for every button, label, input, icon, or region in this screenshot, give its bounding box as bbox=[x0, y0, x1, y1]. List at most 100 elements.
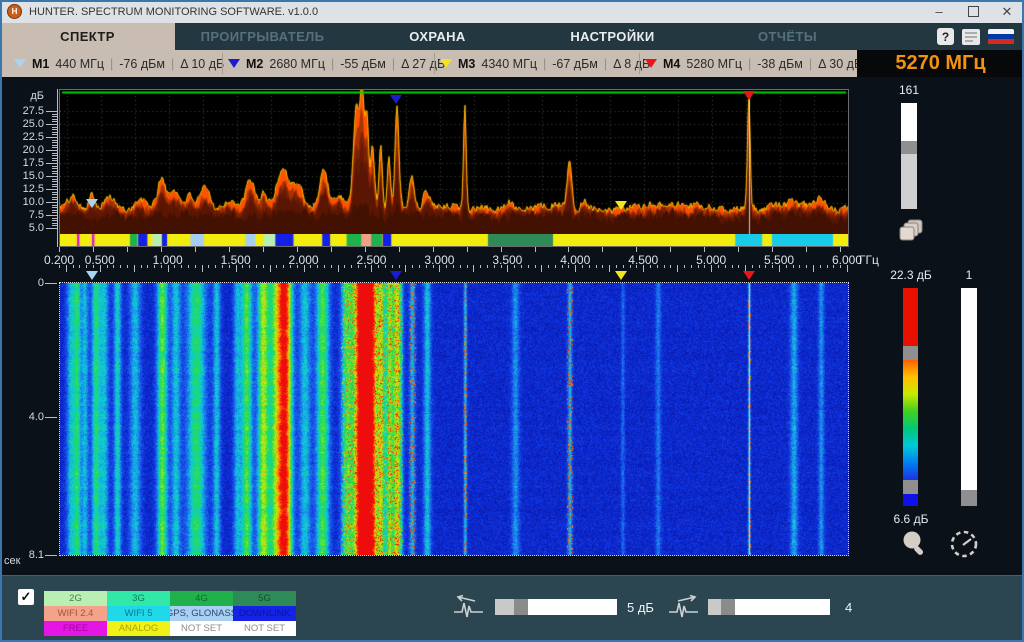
threshold-slider[interactable] bbox=[495, 599, 617, 615]
axis-tick bbox=[371, 265, 372, 272]
axis-tick bbox=[609, 265, 610, 272]
colorbar-max-handle[interactable] bbox=[903, 346, 918, 360]
gauge-icon[interactable] bbox=[948, 528, 980, 565]
legend-cell-5g[interactable]: 5G bbox=[233, 591, 296, 606]
scale-value: 1 bbox=[945, 268, 993, 282]
spectrum-canvas[interactable] bbox=[60, 90, 848, 234]
waterfall-canvas[interactable] bbox=[60, 283, 848, 555]
axis-tick bbox=[521, 265, 522, 268]
count-value: 4 bbox=[845, 600, 852, 615]
colorbar[interactable] bbox=[903, 288, 918, 506]
marker-m3[interactable]: M34340 МГц|-67 дБм|Δ 8 дБ bbox=[440, 50, 650, 77]
axis-tick bbox=[351, 265, 352, 268]
legend-cell-downlink[interactable]: DOWNLINK bbox=[233, 606, 296, 621]
axis-tick bbox=[161, 247, 162, 252]
axis-tick bbox=[46, 163, 57, 164]
frequency-bands-strip bbox=[60, 234, 848, 246]
spectrum-marker-m1[interactable] bbox=[86, 199, 98, 208]
axis-tick bbox=[718, 265, 719, 268]
axis-tick bbox=[467, 265, 468, 268]
waterfall-marker-m1[interactable] bbox=[86, 271, 98, 280]
threshold-slider-handle[interactable] bbox=[514, 599, 528, 615]
axis-tick bbox=[759, 265, 760, 268]
y-axis-unit: дБ bbox=[14, 90, 44, 102]
spectrum-marker-m2[interactable] bbox=[390, 95, 402, 104]
waterfall-marker-m2[interactable] bbox=[390, 271, 402, 280]
help-button[interactable]: ? bbox=[937, 28, 954, 45]
tab-player[interactable]: ПРОИГРЫВАТЕЛЬ bbox=[175, 23, 350, 50]
axis-tick bbox=[501, 265, 502, 268]
axis-tick bbox=[120, 265, 121, 268]
marker-m1[interactable]: M1440 МГц|-76 дБм|Δ 10 дБ bbox=[14, 50, 224, 77]
axis-tick bbox=[840, 265, 841, 268]
axis-tick bbox=[670, 247, 671, 252]
scale-slider-upper bbox=[961, 288, 977, 490]
colorbar-bottom-blue bbox=[903, 494, 918, 506]
axis-tick bbox=[582, 265, 583, 268]
legend-cell-4g[interactable]: 4G bbox=[170, 591, 233, 606]
legend-cell-wifi-2-4[interactable]: WIFI 2.4 bbox=[44, 606, 107, 621]
report-icon[interactable] bbox=[961, 28, 981, 46]
axis-tick bbox=[46, 202, 57, 203]
tab-guard[interactable]: ОХРАНА bbox=[350, 23, 525, 50]
spectrum-marker-m4[interactable] bbox=[743, 91, 755, 100]
scale-slider[interactable] bbox=[961, 288, 977, 506]
marker-triangle-icon bbox=[228, 59, 240, 68]
scale-slider-handle[interactable] bbox=[961, 490, 977, 506]
averaging-slider-handle[interactable] bbox=[901, 141, 917, 154]
axis-tick bbox=[86, 265, 87, 268]
tab-settings[interactable]: НАСТРОЙКИ bbox=[525, 23, 700, 50]
legend-cell-free[interactable]: FREE bbox=[44, 621, 107, 636]
time-tick-label: 4.0 bbox=[12, 411, 44, 423]
marker-delta: Δ 27 дБ bbox=[401, 57, 445, 71]
waterfall-plot[interactable] bbox=[59, 282, 849, 556]
language-flag-ru[interactable] bbox=[988, 29, 1014, 45]
axis-tick bbox=[270, 265, 271, 272]
marker-m2[interactable]: M22680 МГц|-55 дБм|Δ 27 дБ bbox=[228, 50, 445, 77]
close-button[interactable]: ✕ bbox=[990, 0, 1024, 23]
axis-tick bbox=[385, 265, 386, 268]
axis-tick bbox=[317, 265, 318, 268]
spectrum-plot[interactable] bbox=[59, 89, 849, 247]
legend-cell-2g[interactable]: 2G bbox=[44, 591, 107, 606]
legend-cell-3g[interactable]: 3G bbox=[107, 591, 170, 606]
threshold-slider-lower bbox=[495, 599, 514, 615]
tab-spectrum[interactable]: СПЕКТР bbox=[0, 23, 175, 50]
legend-cell-not-set[interactable]: NOT SET bbox=[233, 621, 296, 636]
count-slider[interactable] bbox=[708, 599, 830, 615]
count-slider-handle[interactable] bbox=[721, 599, 735, 615]
axis-tick bbox=[698, 265, 699, 268]
axis-tick bbox=[562, 265, 563, 268]
axis-tick bbox=[276, 265, 277, 268]
axis-tick bbox=[242, 265, 243, 268]
averaging-slider[interactable] bbox=[901, 103, 917, 209]
window-title: HUNTER. SPECTRUM MONITORING SOFTWARE. v1… bbox=[29, 6, 318, 18]
app-icon-letter: H bbox=[12, 7, 18, 16]
app-icon: H bbox=[7, 4, 22, 19]
axis-tick bbox=[46, 137, 57, 138]
waterfall-marker-m4[interactable] bbox=[743, 271, 755, 280]
colorbar-min-handle[interactable] bbox=[903, 480, 918, 494]
legend-checkbox[interactable]: ✓ bbox=[18, 589, 34, 605]
legend-cell-gps-glonass[interactable]: GPS, GLONASS bbox=[170, 606, 233, 621]
minimize-button[interactable]: – bbox=[922, 0, 956, 23]
maximize-button[interactable] bbox=[956, 0, 990, 23]
layers-icon[interactable] bbox=[898, 219, 925, 249]
legend-cell-analog[interactable]: ANALOG bbox=[107, 621, 170, 636]
magnifier-icon[interactable] bbox=[900, 529, 928, 562]
axis-tick bbox=[664, 265, 665, 268]
axis-tick bbox=[433, 247, 434, 252]
averaging-slider-lower bbox=[901, 154, 917, 209]
axis-tick bbox=[786, 265, 787, 268]
axis-tick bbox=[45, 417, 57, 418]
legend-cell-not-set[interactable]: NOT SET bbox=[170, 621, 233, 636]
axis-tick bbox=[249, 265, 250, 268]
waterfall-marker-m3[interactable] bbox=[615, 271, 627, 280]
spectrum-marker-m3[interactable] bbox=[615, 201, 627, 210]
axis-tick bbox=[57, 89, 58, 247]
marker-m4[interactable]: M45280 МГц|-38 дБм|Δ 30 дБ bbox=[645, 50, 862, 77]
marker-id: M2 bbox=[246, 57, 263, 71]
legend-cell-wifi-5[interactable]: WIFI 5 bbox=[107, 606, 170, 621]
axis-tick bbox=[202, 265, 203, 272]
tab-reports[interactable]: ОТЧЁТЫ bbox=[700, 23, 875, 50]
